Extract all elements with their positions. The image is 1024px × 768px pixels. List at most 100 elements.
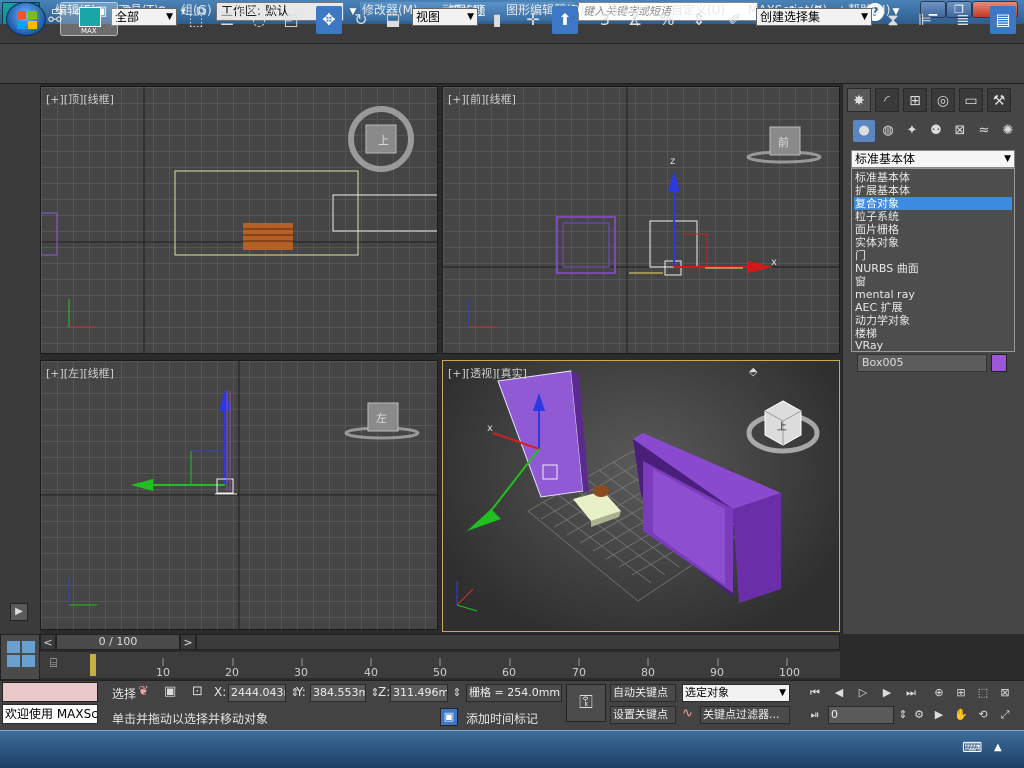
- viewport-front-label[interactable]: [+][前][线框]: [448, 91, 516, 107]
- select-and-scale-icon[interactable]: ⬓: [380, 6, 406, 34]
- current-frame-field[interactable]: 0: [828, 706, 894, 724]
- tray-arrow-icon[interactable]: ▲: [994, 742, 1002, 753]
- maximize-viewport-icon[interactable]: ⤢: [996, 706, 1014, 724]
- utilities-tab-icon[interactable]: ⚒: [987, 88, 1011, 112]
- edit-named-selection-icon[interactable]: ✐: [722, 6, 748, 34]
- window-crossing-icon[interactable]: ◰: [278, 6, 304, 34]
- modify-tab-icon[interactable]: ◜: [875, 88, 899, 112]
- selection-region-icon[interactable]: ◌: [246, 6, 272, 34]
- play-icon[interactable]: ▷: [854, 684, 872, 702]
- named-selection-dropdown[interactable]: 创建选择集 ▼: [756, 8, 872, 26]
- set-key-button[interactable]: 设置关键点: [610, 706, 676, 724]
- selection-lock-icon[interactable]: ▣: [164, 684, 176, 699]
- viewport-left[interactable]: [+][左][线框] 左: [40, 360, 438, 630]
- viewport-perspective-label[interactable]: [+][透视][真实]: [448, 365, 527, 381]
- create-tab-icon[interactable]: ✸: [847, 88, 871, 112]
- align-icon[interactable]: ⊫: [912, 6, 938, 34]
- lock-icon[interactable]: ⬘: [749, 365, 757, 378]
- spinner-snap-icon[interactable]: ⇕: [686, 6, 712, 34]
- orbit-icon[interactable]: ⟲: [974, 706, 992, 724]
- set-key-icon[interactable]: ⚿: [566, 684, 606, 722]
- absolute-mode-icon[interactable]: ⊡: [192, 684, 203, 699]
- keyboard-icon[interactable]: ⌨: [962, 740, 982, 756]
- object-category-dropdown[interactable]: 标准基本体 ▼: [851, 150, 1015, 168]
- viewcube-front-label[interactable]: 前: [778, 134, 789, 150]
- systems-icon[interactable]: ✺: [997, 120, 1019, 142]
- category-option[interactable]: 动力学对象: [854, 314, 1012, 327]
- mirror-icon[interactable]: ⧗: [880, 6, 906, 34]
- time-slider[interactable]: 0 / 100: [56, 634, 180, 650]
- viewcube-left-label[interactable]: 左: [376, 410, 387, 426]
- viewport-perspective[interactable]: x [+][透视][真实] 上 ⬘: [442, 360, 840, 632]
- category-option[interactable]: 实体对象: [854, 236, 1012, 249]
- key-set-dropdown[interactable]: 选定对象 ▼: [682, 684, 790, 702]
- selection-filter-dropdown[interactable]: 全部 ▼: [111, 8, 177, 26]
- percent-snap-icon[interactable]: %: [654, 6, 680, 34]
- category-option[interactable]: VRay: [854, 340, 1012, 351]
- next-frame-slider-button[interactable]: >: [180, 634, 196, 650]
- viewport-layout-button[interactable]: [0, 634, 40, 680]
- category-option[interactable]: 扩展基本体: [854, 184, 1012, 197]
- viewport-top[interactable]: [+][顶][线框] 上: [40, 86, 438, 354]
- category-option[interactable]: 窗: [854, 275, 1012, 288]
- layer-manager-icon[interactable]: ≣: [950, 6, 976, 34]
- category-option[interactable]: 门: [854, 249, 1012, 262]
- isolate-selection-icon[interactable]: ❦: [138, 684, 149, 699]
- helpers-icon[interactable]: ⊠: [949, 120, 971, 142]
- add-time-tag-label[interactable]: 添加时间标记: [466, 710, 538, 727]
- select-object-icon[interactable]: ⬚: [183, 6, 209, 34]
- graphite-ribbon-icon[interactable]: ▤: [990, 6, 1016, 34]
- shapes-icon[interactable]: ◍: [877, 120, 899, 142]
- z-spinner-icon[interactable]: ⇕: [448, 684, 466, 702]
- viewcube-perspective-label[interactable]: 上: [777, 418, 787, 433]
- angle-snap-icon[interactable]: ∡: [622, 6, 648, 34]
- previous-frame-icon[interactable]: ◀: [830, 684, 848, 702]
- space-warps-icon[interactable]: ≈: [973, 120, 995, 142]
- display-tab-icon[interactable]: ▭: [959, 88, 983, 112]
- go-to-end-icon[interactable]: ⏭: [902, 684, 920, 702]
- category-option-highlighted[interactable]: 复合对象: [854, 197, 1012, 210]
- select-and-move-icon[interactable]: ✥: [316, 6, 342, 34]
- category-option[interactable]: 标准基本体: [854, 171, 1012, 184]
- z-coordinate-field[interactable]: 311.496mr: [390, 684, 448, 702]
- taskbar-3dsmax-button[interactable]: MAX: [60, 2, 118, 36]
- category-option[interactable]: mental ray: [854, 288, 1012, 301]
- manipulate-icon[interactable]: ✛: [520, 6, 546, 34]
- hierarchy-tab-icon[interactable]: ⊞: [903, 88, 927, 112]
- next-frame-icon[interactable]: ▶: [878, 684, 896, 702]
- select-by-name-icon[interactable]: ☰: [214, 6, 240, 34]
- go-to-start-icon[interactable]: ⏮: [806, 684, 824, 702]
- lights-icon[interactable]: ✦: [901, 120, 923, 142]
- viewport-left-label[interactable]: [+][左][线框]: [46, 365, 114, 381]
- time-tag-icon[interactable]: ▣: [440, 708, 458, 726]
- category-option[interactable]: AEC 扩展: [854, 301, 1012, 314]
- viewcube-top-label[interactable]: 上: [378, 132, 389, 148]
- geometry-icon[interactable]: ●: [853, 120, 875, 142]
- zoom-all-icon[interactable]: ⊞: [952, 684, 970, 702]
- category-option[interactable]: 面片栅格: [854, 223, 1012, 236]
- expand-panel-button[interactable]: ▶: [10, 603, 28, 621]
- start-button[interactable]: [6, 2, 46, 36]
- y-coordinate-field[interactable]: 384.553mr: [310, 684, 366, 702]
- field-of-view-icon[interactable]: ▶: [930, 706, 948, 724]
- motion-tab-icon[interactable]: ◎: [931, 88, 955, 112]
- select-and-rotate-icon[interactable]: ↻: [348, 6, 374, 34]
- category-option[interactable]: 粒子系统: [854, 210, 1012, 223]
- key-mode-icon[interactable]: ⏯: [806, 706, 824, 724]
- viewport-front[interactable]: x z [+][前][线框] 前: [442, 86, 840, 354]
- pivot-center-icon[interactable]: ▮: [484, 6, 510, 34]
- auto-key-button[interactable]: 自动关键点: [610, 684, 676, 702]
- cameras-icon[interactable]: ⚉: [925, 120, 947, 142]
- zoom-icon[interactable]: ⊕: [930, 684, 948, 702]
- x-coordinate-field[interactable]: 2444.043m: [228, 684, 286, 702]
- category-option[interactable]: NURBS 曲面: [854, 262, 1012, 275]
- track-bar-filter-icon[interactable]: ⌸: [50, 656, 57, 671]
- viewport-top-label[interactable]: [+][顶][线框]: [46, 91, 114, 107]
- zoom-extents-icon[interactable]: ⬚: [974, 684, 992, 702]
- time-slider-track[interactable]: [196, 634, 840, 650]
- prev-frame-slider-button[interactable]: <: [40, 634, 56, 650]
- maxscript-listener-mini[interactable]: [2, 682, 98, 702]
- snaps-toggle-icon[interactable]: 3: [592, 6, 618, 34]
- maxscript-mini-input[interactable]: 欢迎使用 MAXSc: [2, 704, 98, 724]
- reference-coordinate-dropdown[interactable]: 视图 ▼: [412, 8, 478, 26]
